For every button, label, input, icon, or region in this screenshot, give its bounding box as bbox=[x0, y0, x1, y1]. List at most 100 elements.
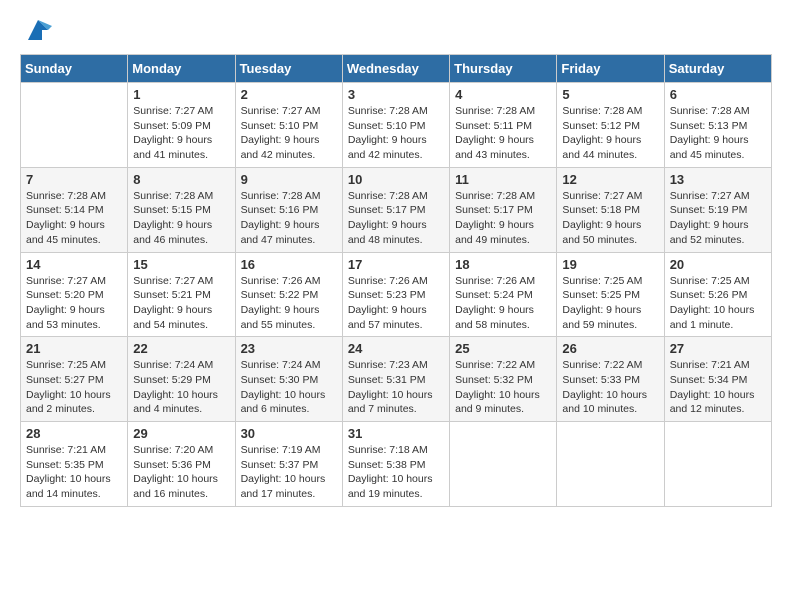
day-number: 14 bbox=[26, 257, 122, 272]
calendar-cell: 3Sunrise: 7:28 AM Sunset: 5:10 PM Daylig… bbox=[342, 83, 449, 168]
day-number: 20 bbox=[670, 257, 766, 272]
day-number: 18 bbox=[455, 257, 551, 272]
calendar-cell: 7Sunrise: 7:28 AM Sunset: 5:14 PM Daylig… bbox=[21, 167, 128, 252]
calendar-cell: 2 Sunrise: 7:27 AM Sunset: 5:10 PM Daylig… bbox=[235, 83, 342, 168]
day-number: 16 bbox=[241, 257, 337, 272]
calendar-header-row: SundayMondayTuesdayWednesdayThursdayFrid… bbox=[21, 55, 772, 83]
day-info: Sunrise: 7:28 AM Sunset: 5:12 PM Dayligh… bbox=[562, 104, 658, 163]
day-info: Sunrise: 7:21 AM Sunset: 5:34 PM Dayligh… bbox=[670, 358, 766, 417]
day-info: Sunrise: 7:28 AM Sunset: 5:15 PM Dayligh… bbox=[133, 189, 229, 248]
calendar-cell: 24Sunrise: 7:23 AM Sunset: 5:31 PM Dayli… bbox=[342, 337, 449, 422]
day-header-monday: Monday bbox=[128, 55, 235, 83]
day-info: Sunrise: 7:28 AM Sunset: 5:16 PM Dayligh… bbox=[241, 189, 337, 248]
logo bbox=[20, 16, 52, 44]
day-number: 30 bbox=[241, 426, 337, 441]
day-number: 7 bbox=[26, 172, 122, 187]
page-header bbox=[20, 16, 772, 44]
calendar-cell: 30 Sunrise: 7:19 AM Sunset: 5:37 PM Dayli… bbox=[235, 422, 342, 507]
day-number: 8 bbox=[133, 172, 229, 187]
day-info: Sunrise: 7:25 AM Sunset: 5:26 PM Dayligh… bbox=[670, 274, 766, 333]
day-info: Sunrise: 7:27 AM Sunset: 5:20 PM Dayligh… bbox=[26, 274, 122, 333]
day-info: Sunrise: 7:23 AM Sunset: 5:31 PM Dayligh… bbox=[348, 358, 444, 417]
day-header-tuesday: Tuesday bbox=[235, 55, 342, 83]
calendar-cell: 1Sunrise: 7:27 AM Sunset: 5:09 PM Daylig… bbox=[128, 83, 235, 168]
day-info: Sunrise: 7:28 AM Sunset: 5:17 PM Dayligh… bbox=[348, 189, 444, 248]
calendar-cell bbox=[21, 83, 128, 168]
logo-icon bbox=[24, 16, 52, 44]
calendar-cell: 4 Sunrise: 7:28 AM Sunset: 5:11 PM Daylig… bbox=[450, 83, 557, 168]
day-number: 2 bbox=[241, 87, 337, 102]
day-header-sunday: Sunday bbox=[21, 55, 128, 83]
day-info: Sunrise: 7:22 AM Sunset: 5:33 PM Dayligh… bbox=[562, 358, 658, 417]
day-info: Sunrise: 7:28 AM Sunset: 5:10 PM Dayligh… bbox=[348, 104, 444, 163]
day-number: 19 bbox=[562, 257, 658, 272]
calendar-cell: 13Sunrise: 7:27 AM Sunset: 5:19 PM Dayli… bbox=[664, 167, 771, 252]
calendar-cell: 10 Sunrise: 7:28 AM Sunset: 5:17 PM Dayli… bbox=[342, 167, 449, 252]
calendar-cell: 26 Sunrise: 7:22 AM Sunset: 5:33 PM Dayli… bbox=[557, 337, 664, 422]
day-info: Sunrise: 7:22 AM Sunset: 5:32 PM Dayligh… bbox=[455, 358, 551, 417]
calendar-cell: 11 Sunrise: 7:28 AM Sunset: 5:17 PM Dayli… bbox=[450, 167, 557, 252]
day-number: 22 bbox=[133, 341, 229, 356]
calendar-cell: 19 Sunrise: 7:25 AM Sunset: 5:25 PM Dayli… bbox=[557, 252, 664, 337]
calendar-cell bbox=[664, 422, 771, 507]
day-info: Sunrise: 7:26 AM Sunset: 5:24 PM Dayligh… bbox=[455, 274, 551, 333]
calendar-cell: 15 Sunrise: 7:27 AM Sunset: 5:21 PM Dayli… bbox=[128, 252, 235, 337]
day-info: Sunrise: 7:28 AM Sunset: 5:17 PM Dayligh… bbox=[455, 189, 551, 248]
day-number: 10 bbox=[348, 172, 444, 187]
day-number: 9 bbox=[241, 172, 337, 187]
day-info: Sunrise: 7:27 AM Sunset: 5:10 PM Dayligh… bbox=[241, 104, 337, 163]
day-number: 17 bbox=[348, 257, 444, 272]
day-header-friday: Friday bbox=[557, 55, 664, 83]
day-info: Sunrise: 7:25 AM Sunset: 5:25 PM Dayligh… bbox=[562, 274, 658, 333]
day-number: 21 bbox=[26, 341, 122, 356]
calendar-cell: 23Sunrise: 7:24 AM Sunset: 5:30 PM Dayli… bbox=[235, 337, 342, 422]
calendar: SundayMondayTuesdayWednesdayThursdayFrid… bbox=[20, 54, 772, 507]
day-info: Sunrise: 7:18 AM Sunset: 5:38 PM Dayligh… bbox=[348, 443, 444, 502]
calendar-cell bbox=[450, 422, 557, 507]
day-info: Sunrise: 7:24 AM Sunset: 5:29 PM Dayligh… bbox=[133, 358, 229, 417]
day-info: Sunrise: 7:20 AM Sunset: 5:36 PM Dayligh… bbox=[133, 443, 229, 502]
calendar-cell: 20 Sunrise: 7:25 AM Sunset: 5:26 PM Dayli… bbox=[664, 252, 771, 337]
calendar-cell bbox=[557, 422, 664, 507]
day-number: 4 bbox=[455, 87, 551, 102]
day-number: 6 bbox=[670, 87, 766, 102]
day-header-saturday: Saturday bbox=[664, 55, 771, 83]
day-info: Sunrise: 7:21 AM Sunset: 5:35 PM Dayligh… bbox=[26, 443, 122, 502]
calendar-cell: 28 Sunrise: 7:21 AM Sunset: 5:35 PM Dayli… bbox=[21, 422, 128, 507]
day-info: Sunrise: 7:28 AM Sunset: 5:11 PM Dayligh… bbox=[455, 104, 551, 163]
calendar-cell: 18 Sunrise: 7:26 AM Sunset: 5:24 PM Dayli… bbox=[450, 252, 557, 337]
day-header-wednesday: Wednesday bbox=[342, 55, 449, 83]
calendar-cell: 9 Sunrise: 7:28 AM Sunset: 5:16 PM Daylig… bbox=[235, 167, 342, 252]
day-number: 12 bbox=[562, 172, 658, 187]
day-number: 25 bbox=[455, 341, 551, 356]
day-number: 27 bbox=[670, 341, 766, 356]
day-number: 15 bbox=[133, 257, 229, 272]
calendar-cell: 27 Sunrise: 7:21 AM Sunset: 5:34 PM Dayli… bbox=[664, 337, 771, 422]
calendar-cell: 5 Sunrise: 7:28 AM Sunset: 5:12 PM Daylig… bbox=[557, 83, 664, 168]
day-info: Sunrise: 7:26 AM Sunset: 5:23 PM Dayligh… bbox=[348, 274, 444, 333]
day-info: Sunrise: 7:27 AM Sunset: 5:18 PM Dayligh… bbox=[562, 189, 658, 248]
day-info: Sunrise: 7:27 AM Sunset: 5:09 PM Dayligh… bbox=[133, 104, 229, 163]
day-info: Sunrise: 7:27 AM Sunset: 5:21 PM Dayligh… bbox=[133, 274, 229, 333]
calendar-cell: 14 Sunrise: 7:27 AM Sunset: 5:20 PM Dayli… bbox=[21, 252, 128, 337]
calendar-week-row: 21Sunrise: 7:25 AM Sunset: 5:27 PM Dayli… bbox=[21, 337, 772, 422]
calendar-cell: 22 Sunrise: 7:24 AM Sunset: 5:29 PM Dayli… bbox=[128, 337, 235, 422]
day-number: 5 bbox=[562, 87, 658, 102]
day-number: 28 bbox=[26, 426, 122, 441]
day-header-thursday: Thursday bbox=[450, 55, 557, 83]
calendar-cell: 8 Sunrise: 7:28 AM Sunset: 5:15 PM Daylig… bbox=[128, 167, 235, 252]
day-number: 31 bbox=[348, 426, 444, 441]
day-info: Sunrise: 7:26 AM Sunset: 5:22 PM Dayligh… bbox=[241, 274, 337, 333]
calendar-cell: 12 Sunrise: 7:27 AM Sunset: 5:18 PM Dayli… bbox=[557, 167, 664, 252]
day-number: 29 bbox=[133, 426, 229, 441]
day-number: 23 bbox=[241, 341, 337, 356]
day-number: 11 bbox=[455, 172, 551, 187]
day-number: 13 bbox=[670, 172, 766, 187]
calendar-week-row: 7Sunrise: 7:28 AM Sunset: 5:14 PM Daylig… bbox=[21, 167, 772, 252]
calendar-cell: 31 Sunrise: 7:18 AM Sunset: 5:38 PM Dayli… bbox=[342, 422, 449, 507]
day-number: 26 bbox=[562, 341, 658, 356]
calendar-cell: 6Sunrise: 7:28 AM Sunset: 5:13 PM Daylig… bbox=[664, 83, 771, 168]
day-info: Sunrise: 7:19 AM Sunset: 5:37 PM Dayligh… bbox=[241, 443, 337, 502]
calendar-cell: 16 Sunrise: 7:26 AM Sunset: 5:22 PM Dayli… bbox=[235, 252, 342, 337]
calendar-week-row: 28 Sunrise: 7:21 AM Sunset: 5:35 PM Dayli… bbox=[21, 422, 772, 507]
